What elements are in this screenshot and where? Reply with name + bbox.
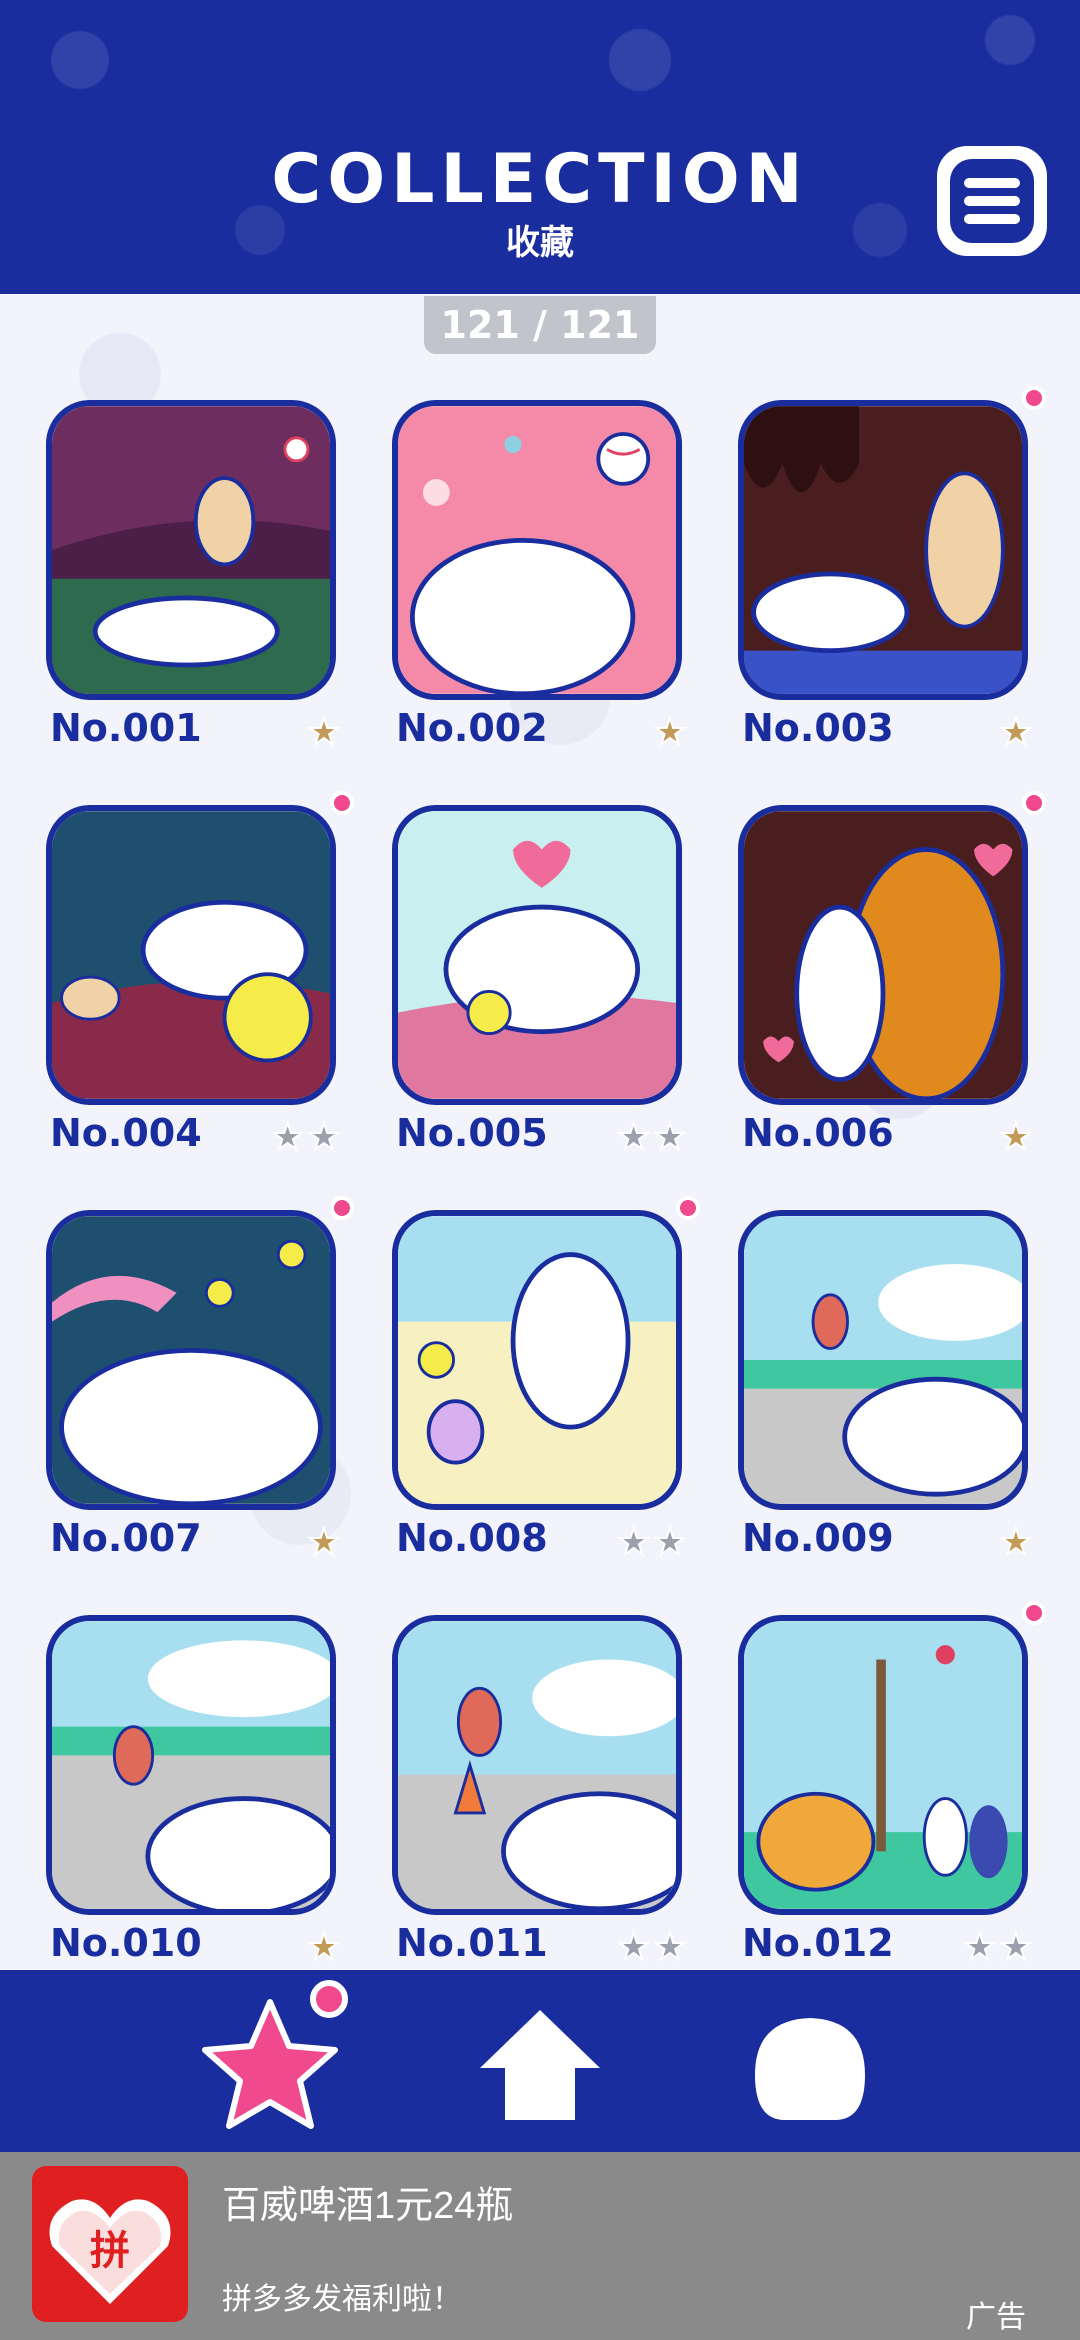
star-icon: ★ [616,1926,650,1968]
collection-card-008[interactable]: No.008 ★ ★ [384,1196,700,1570]
card-illustration [738,805,1028,1105]
star-icon: ★ [962,1926,996,1968]
collection-card-010[interactable]: No.010 ★ [38,1615,348,1975]
star-icon: ★ [653,1116,687,1158]
card-illustration [738,1615,1028,1915]
card-illustration [392,1210,682,1510]
star-icon: ★ [616,1116,650,1158]
page-title: COLLECTION [271,140,809,219]
collection-card-002[interactable]: No.002 ★ [384,400,694,760]
collection-card-005[interactable]: No.005 ★ ★ [384,805,694,1165]
card-rating: ★ [653,711,687,753]
card-rating: ★ [307,1521,341,1563]
card-number: No.008 [396,1516,548,1560]
card-rating: ★ [999,1116,1033,1158]
new-badge [1022,1601,1046,1625]
star-icon: ★ [999,1521,1033,1563]
card-number: No.006 [742,1111,894,1155]
menu-button[interactable] [937,146,1047,256]
dog-head-icon [755,2018,865,2120]
menu-icon [950,159,1034,243]
collection-card-001[interactable]: No.001 ★ [38,400,348,760]
ad-app-logo: 拼 [32,2166,188,2322]
star-icon: ★ [616,1521,650,1563]
card-illustration [392,805,682,1105]
ad-description: 拼多多发福利啦！ [222,2283,462,2316]
star-icon: ★ [307,1116,341,1158]
card-number: No.003 [742,706,894,750]
card-number: No.002 [396,706,548,750]
ad-title: 百威啤酒1元24瓶 [222,2185,514,2227]
card-number: No.009 [742,1516,894,1560]
new-badge [1022,791,1046,815]
card-number: No.001 [50,706,202,750]
card-illustration [738,1210,1028,1510]
card-illustration [392,1615,682,1915]
card-rating: ★ ★ [616,1521,687,1563]
new-badge [676,1196,700,1220]
star-icon: ★ [307,1521,341,1563]
nav-collection[interactable] [185,1980,355,2140]
star-icon: ★ [653,1521,687,1563]
card-number: No.012 [742,1921,894,1965]
new-badge [310,1980,348,2018]
page-subtitle: 收藏 [506,223,574,263]
card-rating: ★ ★ [962,1926,1033,1968]
collection-card-009[interactable]: No.009 ★ [730,1210,1040,1570]
card-rating: ★ ★ [270,1116,341,1158]
card-number: No.010 [50,1921,202,1965]
card-illustration [46,1615,336,1915]
star-icon: ★ [307,711,341,753]
card-number: No.011 [396,1921,548,1965]
card-rating: ★ ★ [616,1926,687,1968]
star-icon: ★ [999,1926,1033,1968]
card-illustration [392,400,682,700]
star-icon: ★ [270,1116,304,1158]
ad-logo-text: 拼 [90,2228,130,2274]
collection-card-003[interactable]: No.003 ★ [730,386,1046,760]
card-rating: ★ [307,711,341,753]
bottom-nav [0,1970,1080,2152]
nav-dog[interactable] [725,1980,895,2140]
card-rating: ★ [999,1521,1033,1563]
home-icon [480,2010,600,2120]
star-icon: ★ [999,711,1033,753]
star-icon: ★ [307,1926,341,1968]
new-badge [330,791,354,815]
star-icon: ★ [653,1926,687,1968]
collection-card-004[interactable]: No.004 ★ ★ [38,791,354,1165]
collection-card-012[interactable]: No.012 ★ ★ [730,1601,1046,1975]
header: COLLECTION 收藏 [0,0,1080,294]
card-rating: ★ [307,1926,341,1968]
card-illustration [738,400,1028,700]
collection-card-011[interactable]: No.011 ★ ★ [384,1615,694,1975]
card-illustration [46,805,336,1105]
star-icon: ★ [653,711,687,753]
new-badge [330,1196,354,1220]
card-rating: ★ [999,711,1033,753]
card-illustration [46,400,336,700]
card-number: No.004 [50,1111,202,1155]
star-icon: ★ [999,1116,1033,1158]
collection-card-007[interactable]: No.007 ★ [38,1196,354,1570]
ad-tag: 广告 [966,2301,1026,2334]
ad-banner[interactable]: 拼 百威啤酒1元24瓶 拼多多发福利啦！ 广告 [0,2152,1080,2340]
card-rating: ★ ★ [616,1116,687,1158]
new-badge [1022,386,1046,410]
card-illustration [46,1210,336,1510]
collection-card-006[interactable]: No.006 ★ [730,791,1046,1165]
card-number: No.007 [50,1516,202,1560]
nav-home[interactable] [455,1980,625,2140]
collection-counter: 121 / 121 [424,296,656,354]
card-number: No.005 [396,1111,548,1155]
